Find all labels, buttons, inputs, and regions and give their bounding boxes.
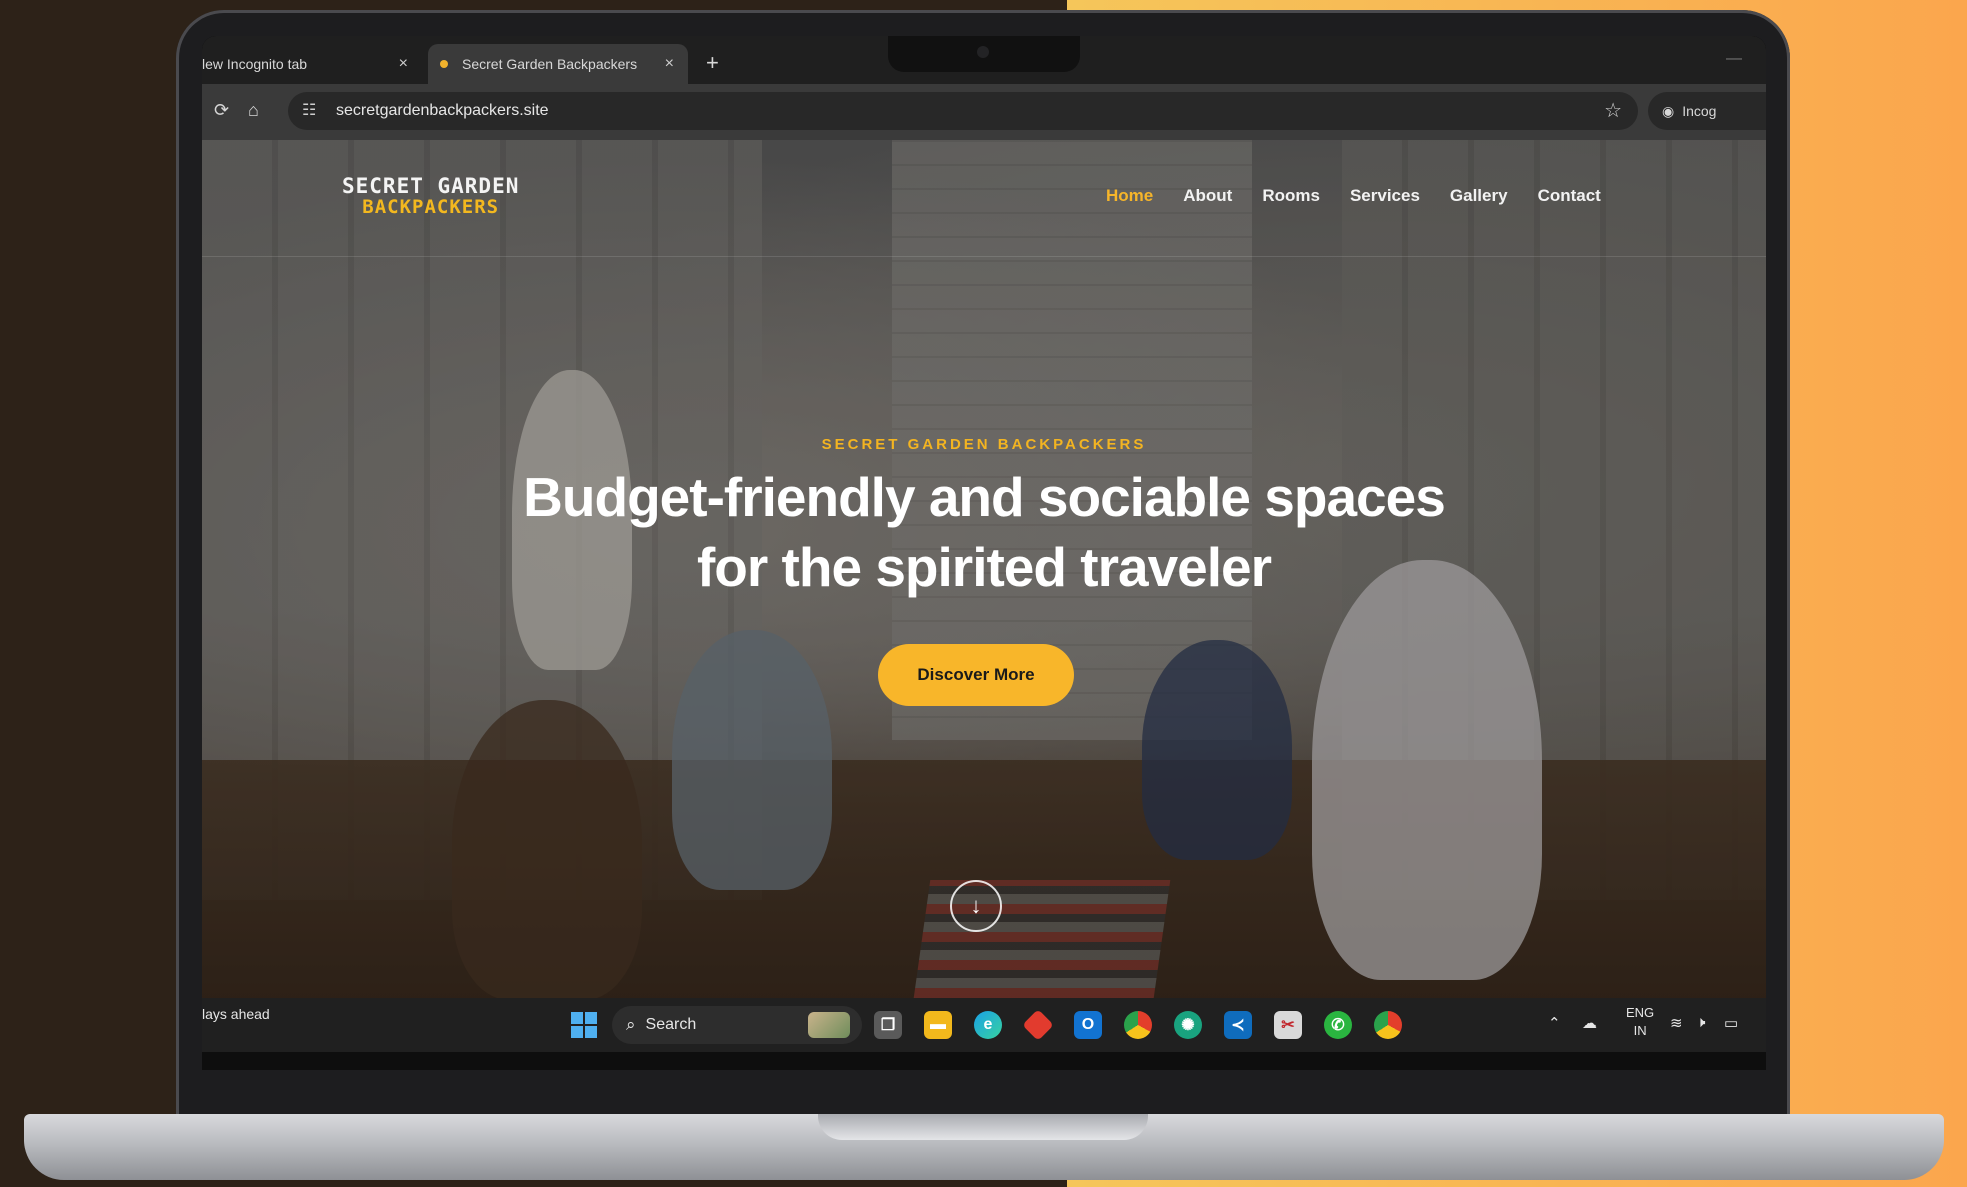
taskbar-search[interactable]: ⌕ Search	[612, 1006, 862, 1044]
outlook-icon[interactable]: O	[1074, 1011, 1102, 1039]
whatsapp-icon[interactable]: ✆	[1324, 1011, 1352, 1039]
minimize-button[interactable]: —	[1726, 50, 1742, 68]
site-logo[interactable]: SECRET GARDEN BACKPACKERS	[342, 174, 519, 218]
wifi-icon[interactable]: ≋	[1670, 1014, 1683, 1032]
lang-line-2: IN	[1633, 1023, 1647, 1038]
hero-headline-line-2: for the spirited traveler	[696, 536, 1272, 598]
url-text: secretgardenbackpackers.site	[336, 102, 549, 119]
new-tab-button[interactable]: +	[706, 50, 719, 76]
camera-icon	[977, 46, 989, 58]
tab-secret-garden[interactable]: Secret Garden Backpackers ×	[428, 44, 688, 84]
nav-divider	[202, 256, 1766, 257]
tab-label: Secret Garden Backpackers	[462, 56, 638, 72]
tab-incognito[interactable]: lew Incognito tab ×	[202, 44, 422, 84]
laptop-base-notch	[818, 1114, 1148, 1140]
tray-overflow-icon[interactable]: ⌃	[1548, 1014, 1561, 1032]
hero-eyebrow: SECRET GARDEN BACKPACKERS	[821, 436, 1147, 453]
file-explorer-icon[interactable]: ▬	[924, 1011, 952, 1039]
lang-line-1: ENG	[1626, 1005, 1655, 1020]
vscode-icon[interactable]: ≺	[1224, 1011, 1252, 1039]
edge-icon[interactable]: e	[974, 1011, 1002, 1039]
nav-services[interactable]: Services	[1350, 186, 1420, 206]
hero-headline-line-1: Budget-friendly and sociable spaces	[523, 466, 1446, 528]
taskbar-widget-text[interactable]: lays ahead	[202, 1006, 270, 1022]
chrome-icon[interactable]	[1124, 1011, 1152, 1039]
search-icon: ⌕	[626, 1015, 636, 1034]
website-page: SECRET GARDEN BACKPACKERS Home About Roo…	[202, 140, 1766, 998]
task-view-icon[interactable]: ❐	[874, 1011, 902, 1039]
nav-contact[interactable]: Contact	[1538, 186, 1601, 206]
chatgpt-icon[interactable]: ✺	[1174, 1011, 1202, 1039]
scroll-down-icon[interactable]: ↓	[950, 880, 1002, 932]
nav-about[interactable]: About	[1183, 186, 1232, 206]
search-highlight-image	[808, 1012, 850, 1038]
hero-headline: Budget-friendly and sociable spaces for …	[202, 462, 1766, 602]
onedrive-icon[interactable]: ☁	[1582, 1014, 1597, 1032]
search-label: Search	[645, 1016, 697, 1033]
logo-line-2: BACKPACKERS	[362, 196, 500, 218]
tab-label: lew Incognito tab	[202, 56, 308, 72]
snipping-tool-icon[interactable]: ✂	[1274, 1011, 1302, 1039]
site-settings-icon[interactable]: ☷	[302, 100, 316, 120]
volume-muted-icon[interactable]: 🕨	[1696, 1014, 1705, 1031]
bookmark-star-icon[interactable]: ☆	[1604, 98, 1622, 123]
windows-taskbar: lays ahead ⌕ Search ❐ ▬ e O ✺ ≺ ✂ ✆ ⌃ ☁ …	[202, 998, 1766, 1052]
home-icon[interactable]: ⌂	[248, 100, 259, 121]
discover-more-button[interactable]: Discover More	[878, 644, 1074, 706]
site-nav: Home About Rooms Services Gallery Contac…	[1106, 186, 1601, 206]
language-indicator[interactable]: ENG IN	[1626, 1004, 1654, 1040]
browser-toolbar: ⟳ ⌂ ☷ secretgardenbackpackers.site ☆ ◉ I…	[202, 84, 1766, 140]
logo-line-1: SECRET GARDEN	[342, 174, 520, 198]
close-icon[interactable]: ×	[399, 55, 408, 73]
incognito-badge[interactable]: ◉ Incog	[1648, 92, 1766, 130]
laptop-screen: lew Incognito tab × Secret Garden Backpa…	[202, 36, 1766, 1070]
battery-icon[interactable]: ▭	[1724, 1014, 1738, 1032]
reload-icon[interactable]: ⟳	[214, 100, 229, 121]
nav-gallery[interactable]: Gallery	[1450, 186, 1508, 206]
tab-favicon-icon	[440, 60, 448, 68]
windows-start-icon[interactable]	[571, 1012, 597, 1038]
incognito-icon: ◉	[1662, 102, 1675, 119]
chrome-alt-icon[interactable]	[1374, 1011, 1402, 1039]
incognito-label: Incog	[1682, 103, 1717, 119]
screen-bottom-bezel	[202, 1052, 1766, 1070]
red-app-icon[interactable]	[1022, 1009, 1054, 1041]
close-icon[interactable]: ×	[665, 55, 674, 73]
address-bar[interactable]: ☷ secretgardenbackpackers.site ☆	[288, 92, 1638, 130]
nav-rooms[interactable]: Rooms	[1262, 186, 1320, 206]
nav-home[interactable]: Home	[1106, 186, 1153, 206]
